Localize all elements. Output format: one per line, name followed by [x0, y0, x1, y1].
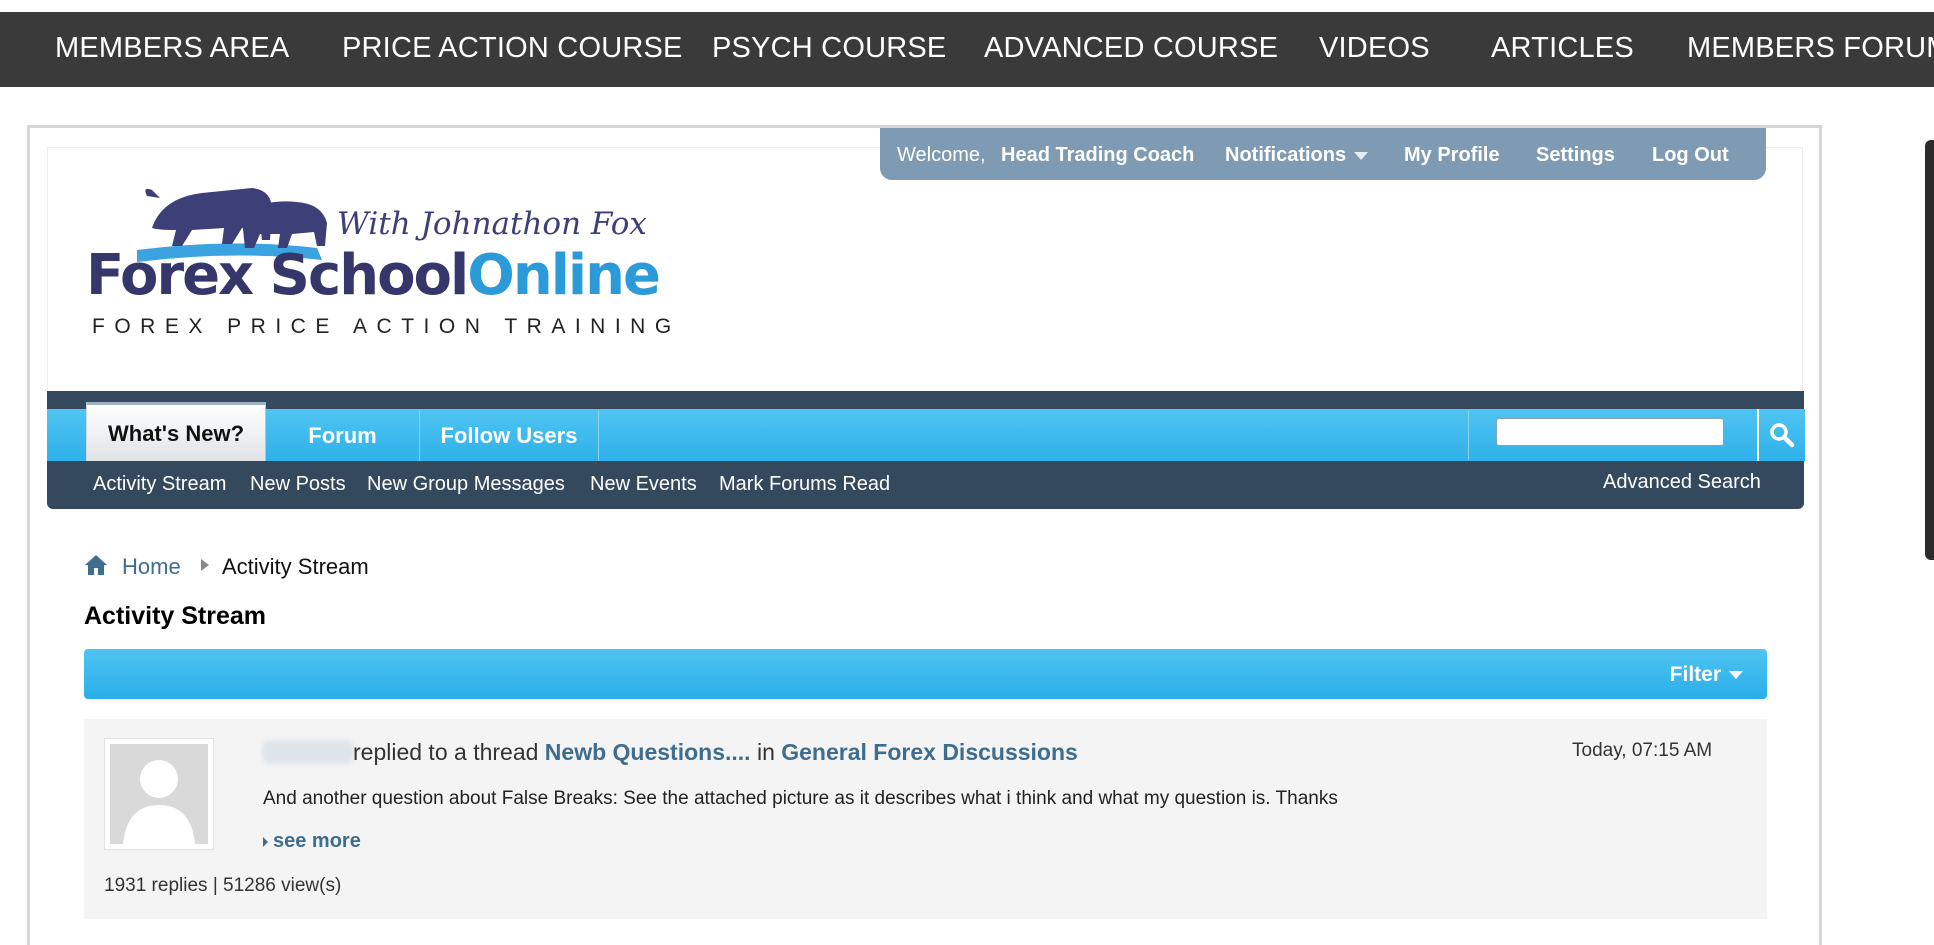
activity-headline: replied to a thread Newb Questions.... i… [353, 739, 1078, 766]
welcome-bar: Welcome, Head Trading Coach Notification… [880, 128, 1766, 180]
chevron-down-icon [1354, 151, 1369, 160]
activity-action: replied to a thread [353, 739, 539, 765]
notifications-menu[interactable]: Notifications [1225, 144, 1369, 167]
logo-brand-b: Online [467, 243, 661, 308]
username-link[interactable]: Head Trading Coach [1001, 144, 1194, 167]
site-logo[interactable]: With Johnathon Fox Forex SchoolOnline FO… [82, 168, 702, 343]
thread-link[interactable]: Newb Questions.... [545, 739, 751, 765]
chevron-down-icon [1729, 671, 1743, 680]
avatar[interactable] [104, 738, 214, 850]
breadcrumb-current: Activity Stream [222, 554, 369, 579]
search-input[interactable] [1496, 418, 1724, 446]
logo-brand: Forex SchoolOnline [86, 248, 661, 304]
advanced-search-link[interactable]: Advanced Search [1603, 471, 1761, 494]
filter-label: Filter [1669, 663, 1721, 686]
caret-right-icon [263, 836, 268, 847]
breadcrumb-home[interactable]: Home [122, 554, 181, 580]
sub-navbar: Activity Stream New Posts New Group Mess… [47, 461, 1804, 509]
logout-link[interactable]: Log Out [1652, 144, 1729, 167]
subnav-new-posts[interactable]: New Posts [250, 473, 346, 496]
subnav-activity-stream[interactable]: Activity Stream [93, 473, 226, 496]
activity-excerpt: And another question about False Breaks:… [263, 788, 1338, 809]
nav-videos[interactable]: VIDEOS [1319, 32, 1430, 65]
tab-whats-new[interactable]: What's New? [86, 402, 266, 462]
home-icon[interactable] [84, 554, 108, 576]
activity-timestamp: Today, 07:15 AM [1572, 740, 1713, 761]
username-blurred[interactable] [262, 740, 354, 764]
top-navigation: MEMBERS AREA PRICE ACTION COURSE PSYCH C… [0, 12, 1934, 87]
nav-members-area[interactable]: MEMBERS AREA [55, 32, 289, 65]
nav-articles[interactable]: ARTICLES [1491, 32, 1634, 65]
filter-bar: Filter [84, 649, 1767, 699]
logo-tagline: FOREX PRICE ACTION TRAINING [92, 315, 681, 338]
nav-price-action-course[interactable]: PRICE ACTION COURSE [342, 32, 683, 65]
tab-follow-users[interactable]: Follow Users [420, 410, 599, 461]
search-icon [1770, 423, 1795, 448]
my-profile-link[interactable]: My Profile [1404, 144, 1500, 167]
navbar-top-band [47, 391, 1804, 409]
stats-separator: | [212, 875, 218, 896]
notifications-label: Notifications [1225, 144, 1347, 166]
logo-brand-a: Forex School [86, 243, 469, 308]
tab-forum[interactable]: Forum [266, 410, 420, 461]
subnav-new-group-messages[interactable]: New Group Messages [367, 473, 565, 496]
user-avatar-icon [110, 744, 208, 844]
search-button[interactable] [1757, 409, 1805, 461]
breadcrumb-separator-icon [201, 559, 209, 571]
logo-with-text: With Johnathon Fox [337, 206, 647, 242]
filter-button[interactable]: Filter [1670, 663, 1743, 687]
nav-psych-course[interactable]: PSYCH COURSE [712, 32, 946, 65]
replies-count: 1931 replies [104, 875, 208, 896]
page-title: Activity Stream [84, 602, 267, 630]
thread-stats: 1931 replies | 51286 view(s) [104, 875, 341, 897]
scrollbar[interactable] [1925, 140, 1934, 560]
views-count: 51286 view(s) [223, 875, 342, 896]
nav-members-forum[interactable]: MEMBERS FORUM [1687, 32, 1934, 65]
forum-link[interactable]: General Forex Discussions [781, 739, 1078, 765]
see-more-link[interactable]: see more [263, 830, 361, 853]
welcome-prefix: Welcome, [897, 144, 986, 166]
settings-link[interactable]: Settings [1536, 144, 1615, 167]
subnav-new-events[interactable]: New Events [590, 473, 697, 496]
see-more-label: see more [273, 830, 361, 852]
subnav-mark-forums-read[interactable]: Mark Forums Read [719, 473, 890, 496]
activity-in: in [756, 739, 775, 765]
nav-advanced-course[interactable]: ADVANCED COURSE [984, 32, 1278, 65]
